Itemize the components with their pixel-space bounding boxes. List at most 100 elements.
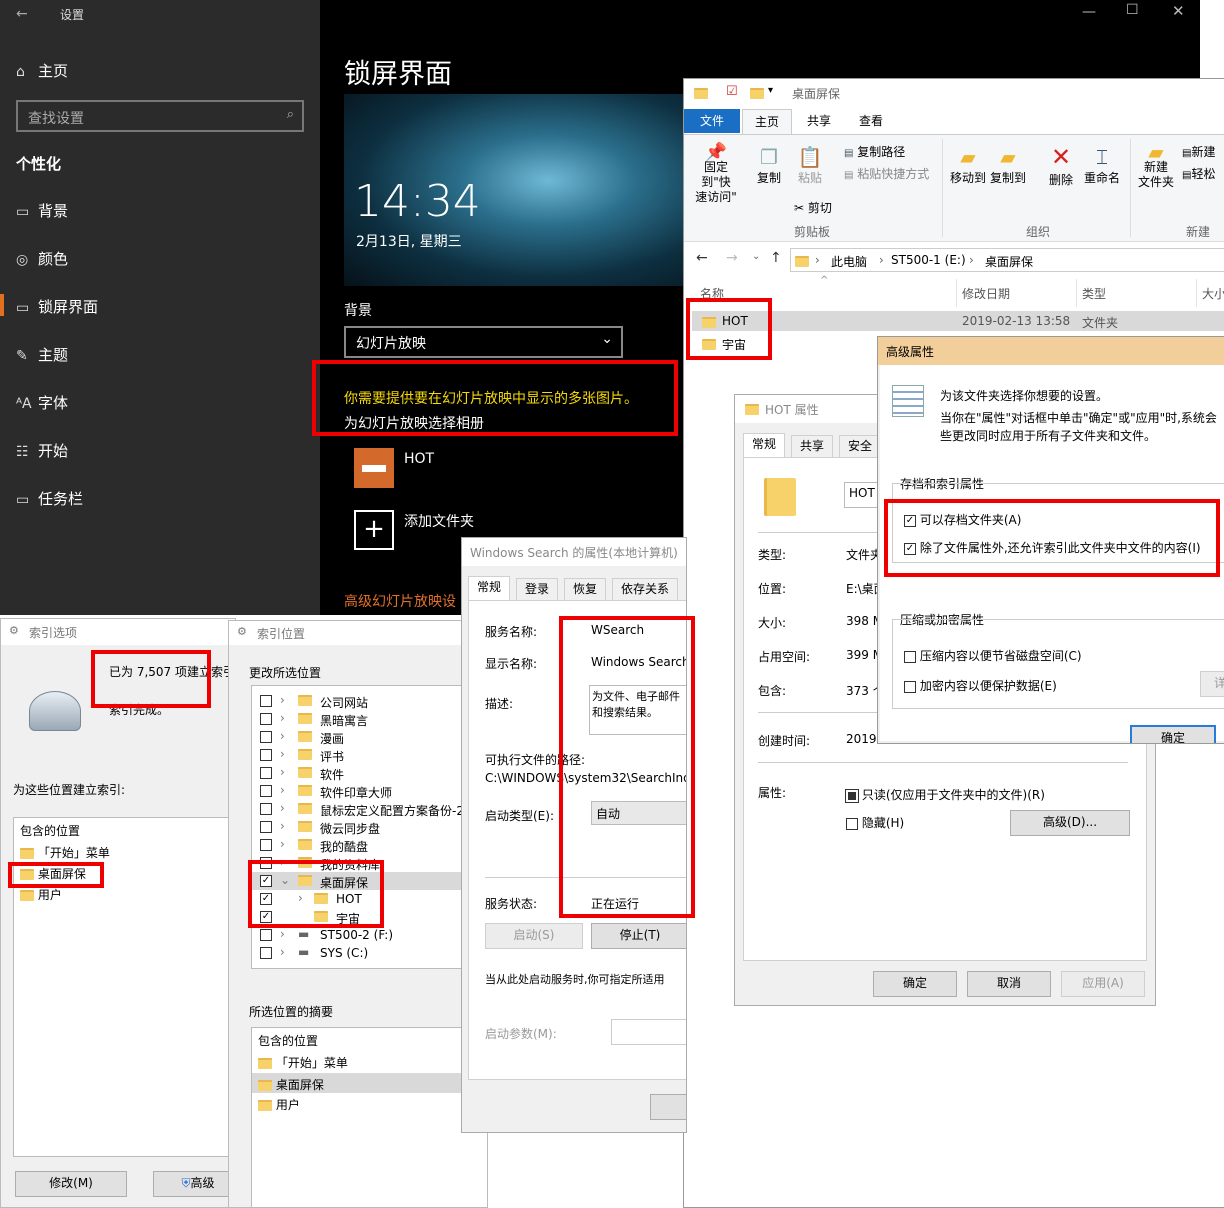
maximize-icon[interactable]: ☐	[1126, 2, 1139, 18]
tree-item[interactable]: › 我的酷盘	[252, 836, 487, 854]
list-item[interactable]: 「开始」菜单	[258, 1054, 348, 1071]
nav-taskbar[interactable]: ▭ 任务栏	[16, 488, 83, 509]
list-item[interactable]: 桌面屏保	[20, 865, 86, 882]
advanced-slideshow-link[interactable]: 高级幻灯片放映设	[344, 591, 456, 611]
tab-security[interactable]: 安全	[839, 435, 882, 457]
ok-button[interactable]: 确定	[1130, 725, 1216, 743]
tree-item[interactable]: › 漫画	[252, 728, 487, 746]
column-size[interactable]: 大小	[1202, 285, 1224, 302]
nav-background[interactable]: ▭ 背景	[16, 200, 68, 221]
breadcrumb-item[interactable]: ST500-1 (E:)	[891, 253, 966, 267]
delete-button[interactable]: ✕ 删除	[1046, 143, 1076, 188]
new-folder-button[interactable]: ▰ 新建 文件夹	[1136, 142, 1176, 190]
expander-icon[interactable]: ›	[280, 837, 285, 851]
copy-path-button[interactable]: ▤ 复制路径	[844, 143, 905, 160]
locations-tree[interactable]: › 公司网站 › 黑暗寓言 › 漫画 › 评书 › 软件 › 软件印章大师 › 鼠标宏定义配置方案备份-2…	[251, 685, 487, 969]
tab-home[interactable]: 主页	[742, 109, 792, 135]
stop-button[interactable]: 停止(T)	[591, 923, 686, 949]
expander-icon[interactable]: ›	[280, 765, 285, 779]
tree-item[interactable]: › 软件印章大师	[252, 782, 487, 800]
checkbox-icon[interactable]	[260, 731, 272, 743]
album-name[interactable]: HOT	[404, 451, 434, 467]
list-item[interactable]: 用户	[258, 1096, 300, 1113]
expander-icon[interactable]: ›	[280, 927, 285, 941]
modify-button[interactable]: 修改(M)	[15, 1171, 127, 1197]
summary-list[interactable]: 包含的位置 「开始」菜单 桌面屏保 用户	[251, 1027, 487, 1207]
tab-share[interactable]: 共享	[794, 109, 844, 133]
recent-dropdown-icon[interactable]: ⌄	[752, 251, 760, 262]
checkbox-checked-icon[interactable]: ✓	[260, 893, 272, 905]
new-folder-icon[interactable]	[750, 86, 764, 100]
ok-button[interactable]: 确定	[873, 971, 957, 997]
apply-button[interactable]: 应用(A)	[1061, 971, 1145, 997]
startup-type-select[interactable]: 自动	[591, 801, 686, 825]
rename-button[interactable]: ⌶ 重命名	[1082, 145, 1122, 186]
checkbox-icon[interactable]	[260, 767, 272, 779]
tab-general[interactable]: 常规	[468, 576, 511, 600]
nav-lockscreen[interactable]: ▭ 锁屏界面	[16, 296, 98, 317]
checkbox-checked-icon[interactable]: ✓	[260, 875, 272, 887]
back-arrow-icon[interactable]: ←	[16, 6, 28, 22]
tree-item[interactable]: › 黑暗寓言	[252, 710, 487, 728]
easy-access-button[interactable]: ▤轻松	[1182, 165, 1215, 182]
advanced-attributes-button[interactable]: 高级(D)...	[1010, 810, 1130, 836]
cancel-button[interactable]: 取消	[967, 971, 1051, 997]
list-item[interactable]: 「开始」菜单	[20, 844, 110, 861]
start-params-input[interactable]	[611, 1019, 686, 1045]
checkbox-icon[interactable]	[260, 839, 272, 851]
list-item-selected[interactable]: 桌面屏保	[252, 1073, 487, 1093]
expander-icon[interactable]: ›	[280, 711, 285, 725]
album-tile[interactable]	[354, 448, 394, 488]
tab-recovery[interactable]: 恢复	[564, 578, 607, 600]
breadcrumb-item[interactable]: 此电脑	[831, 253, 867, 270]
checkbox-icon[interactable]	[260, 785, 272, 797]
tree-item[interactable]: › 评书	[252, 746, 487, 764]
expander-icon[interactable]: ›	[280, 945, 285, 959]
add-folder-label[interactable]: 添加文件夹	[404, 511, 474, 531]
properties-icon[interactable]: ☑	[726, 84, 738, 99]
description-box[interactable]: 为文件、电子邮件 和搜索结果。	[589, 685, 686, 735]
up-arrow-icon[interactable]: ↑	[770, 250, 782, 266]
hidden-checkbox[interactable]: 隐藏(H)	[846, 814, 904, 831]
expander-icon[interactable]: ›	[280, 783, 285, 797]
move-to-button[interactable]: ▰ 移动到	[950, 145, 986, 186]
search-input[interactable]: 查找设置 ⌕	[16, 100, 304, 132]
tab-general[interactable]: 常规	[743, 433, 786, 457]
nav-fonts[interactable]: ᴬA 字体	[16, 392, 68, 413]
table-row[interactable]: HOT 2019-02-13 13:58 文件夹	[692, 311, 1224, 331]
forward-arrow-icon[interactable]: →	[726, 250, 738, 266]
start-button[interactable]: 启动(S)	[485, 923, 583, 949]
qat-dropdown-icon[interactable]: ▾	[768, 85, 773, 96]
close-icon[interactable]: ✕	[1172, 2, 1185, 20]
checkbox-icon[interactable]	[260, 857, 272, 869]
details-button[interactable]: 详	[1200, 671, 1224, 697]
background-dropdown[interactable]: 幻灯片放映 ⌄	[344, 326, 623, 358]
expander-icon[interactable]: ›	[280, 855, 285, 869]
tree-item[interactable]: › 微云同步盘	[252, 818, 487, 836]
tree-item[interactable]: › 鼠标宏定义配置方案备份-2	[252, 800, 487, 818]
checkbox-icon[interactable]	[260, 929, 272, 941]
locations-list[interactable]: 包含的位置 「开始」菜单 桌面屏保 用户	[13, 817, 233, 1157]
list-item[interactable]: 用户	[20, 886, 62, 903]
expander-icon[interactable]: ›	[280, 747, 285, 761]
tree-item[interactable]: › 公司网站	[252, 692, 487, 710]
cut-button[interactable]: ✂ 剪切	[794, 199, 832, 216]
tree-item[interactable]: ✓ 宇宙	[252, 908, 487, 926]
expander-icon[interactable]: ›	[280, 729, 285, 743]
tab-file[interactable]: 文件	[684, 109, 740, 133]
copy-button[interactable]: ❐ 复制	[754, 145, 784, 186]
breadcrumb-item[interactable]: 桌面屏保	[985, 253, 1033, 270]
expander-icon[interactable]: ›	[280, 819, 285, 833]
nav-themes[interactable]: ✎ 主题	[16, 344, 68, 365]
readonly-checkbox[interactable]: 只读(仅应用于文件夹中的文件)(R)	[845, 786, 1045, 803]
expander-icon[interactable]: ›	[298, 891, 303, 905]
compress-checkbox[interactable]: 压缩内容以便节省磁盘空间(C)	[904, 647, 1082, 664]
paste-shortcut-button[interactable]: ▤ 粘贴快捷方式	[844, 165, 929, 182]
tree-item[interactable]: › 我的资料库	[252, 854, 487, 872]
tree-item[interactable]: › 软件	[252, 764, 487, 782]
address-bar[interactable]: › 此电脑 › ST500-1 (E:) › 桌面屏保	[790, 248, 1224, 272]
tree-item[interactable]: › ▬ ST500-2 (F:)	[252, 926, 487, 944]
nav-start[interactable]: ☷ 开始	[16, 440, 68, 461]
encrypt-checkbox[interactable]: 加密内容以便保护数据(E)	[904, 677, 1057, 694]
checkbox-icon[interactable]	[260, 803, 272, 815]
